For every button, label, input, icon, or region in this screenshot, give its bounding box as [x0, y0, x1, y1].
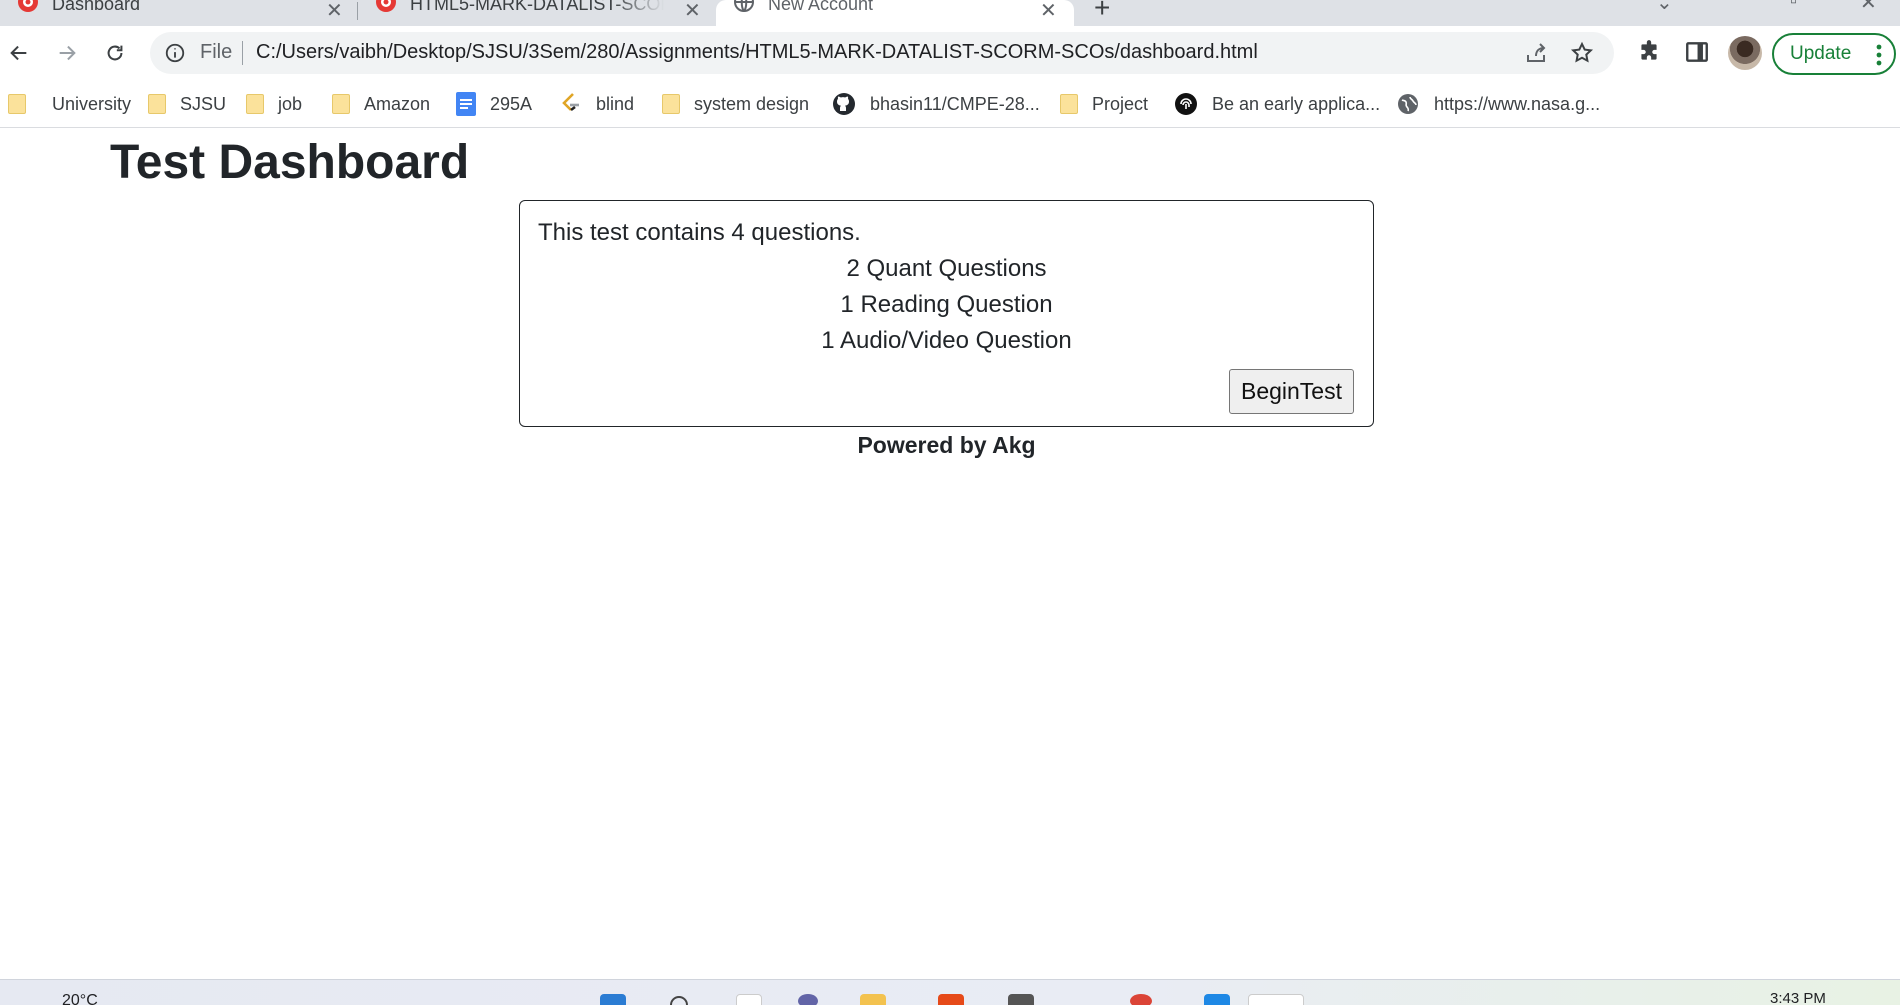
bookmark-295a[interactable]: 295A — [456, 90, 532, 118]
bookmark-label: bhasin11/CMPE-28... — [870, 93, 1040, 114]
close-tab-icon[interactable]: ✕ — [1040, 0, 1057, 23]
active-app-icon[interactable] — [1248, 994, 1304, 1005]
close-tab-icon[interactable]: ✕ — [684, 0, 701, 23]
reading-question-text: 1 Reading Question — [840, 291, 1053, 318]
fingerprint-icon — [1174, 92, 1198, 116]
app-icon[interactable] — [1008, 994, 1034, 1005]
sjsu-favicon-icon — [374, 0, 398, 19]
profile-avatar[interactable] — [1728, 36, 1762, 70]
folder-icon — [8, 94, 26, 114]
omnibox-divider — [242, 41, 243, 65]
tab-strip: Dashboard ✕ HTML5-MARK-DATALIST-SCORM ✕ … — [0, 0, 1900, 26]
bookmark-label: https://www.nasa.g... — [1434, 93, 1601, 114]
weather-text[interactable]: 20°C — [62, 992, 98, 1005]
reload-button[interactable] — [100, 38, 130, 68]
bookmarks-bar: University SJSU job Amazon 295A blind sy… — [0, 80, 1900, 128]
address-bar[interactable]: File C:/Users/vaibh/Desktop/SJSU/3Sem/28… — [150, 32, 1614, 74]
back-button[interactable] — [4, 38, 34, 68]
search-icon[interactable] — [670, 996, 688, 1005]
bookmark-label: job — [278, 93, 303, 114]
bookmark-star-icon[interactable] — [1570, 41, 1594, 70]
bookmark-blind[interactable]: blind — [560, 90, 634, 118]
bookmark-early-applicant[interactable]: Be an early applica... — [1174, 90, 1380, 118]
extensions-puzzle-icon[interactable] — [1636, 39, 1662, 70]
update-label: Update — [1790, 43, 1852, 64]
bookmark-label: Be an early applica... — [1212, 93, 1381, 114]
bookmark-label: Project — [1092, 93, 1149, 114]
tab-separator — [357, 2, 358, 20]
bookmark-github-repo[interactable]: bhasin11/CMPE-28... — [832, 90, 1040, 118]
share-icon[interactable] — [1524, 41, 1548, 70]
folder-icon — [662, 94, 680, 114]
back-arrow-icon — [10, 45, 27, 61]
audio-video-question-text: 1 Audio/Video Question — [821, 327, 1072, 354]
bookmark-sjsu[interactable]: SJSU — [148, 90, 226, 118]
bookmark-amazon[interactable]: Amazon — [332, 90, 430, 118]
tab-dashboard[interactable]: Dashboard ✕ — [10, 0, 350, 26]
office-icon[interactable] — [938, 994, 964, 1005]
bookmark-label: Amazon — [364, 93, 431, 114]
url-text[interactable]: C:/Users/vaibh/Desktop/SJSU/3Sem/280/Ass… — [256, 41, 1258, 64]
update-button[interactable]: Update — [1772, 33, 1896, 75]
google-docs-icon — [456, 92, 476, 116]
tab-title: HTML5-MARK-DATALIST-SCORM — [410, 0, 664, 14]
test-info-card: This test contains 4 questions. 2 Quant … — [519, 200, 1374, 427]
page-title: Test Dashboard — [110, 136, 470, 189]
bookmark-nasa[interactable]: https://www.nasa.g... — [1396, 90, 1600, 118]
close-window-icon[interactable]: ✕ — [1860, 0, 1877, 15]
forward-button[interactable] — [52, 38, 82, 68]
bookmark-system-design[interactable]: system design — [662, 90, 809, 118]
scheme-label: File — [200, 41, 233, 63]
vscode-icon[interactable] — [1204, 994, 1230, 1005]
chrome-icon[interactable] — [1130, 994, 1152, 1005]
widgets-icon[interactable] — [736, 994, 762, 1005]
file-explorer-icon[interactable] — [860, 994, 886, 1005]
begin-test-button[interactable]: BeginTest — [1229, 369, 1354, 414]
sjsu-favicon-icon — [16, 0, 40, 19]
info-icon[interactable] — [164, 42, 186, 69]
os-taskbar: 20°C 3:43 PM — [0, 979, 1900, 1005]
teams-icon[interactable] — [798, 994, 818, 1005]
github-icon — [832, 92, 856, 116]
folder-icon — [148, 94, 166, 114]
tab-title: Dashboard — [52, 0, 141, 14]
powered-by-footer: Powered by Akg — [857, 432, 1036, 458]
clock-text[interactable]: 3:43 PM — [1770, 990, 1826, 1005]
bookmark-label: SJSU — [180, 93, 227, 114]
bookmark-job[interactable]: job — [246, 90, 302, 118]
bookmark-label: 295A — [490, 93, 533, 114]
side-panel-icon[interactable] — [1684, 39, 1710, 70]
bookmark-label: system design — [694, 93, 810, 114]
tab-title: New Account — [768, 0, 874, 14]
close-tab-icon[interactable]: ✕ — [326, 0, 343, 23]
reload-icon — [107, 45, 123, 61]
tab-new-account[interactable]: New Account ✕ — [716, 0, 1074, 26]
bookmark-university[interactable]: University — [8, 90, 131, 118]
folder-icon — [1060, 94, 1078, 114]
new-tab-icon[interactable]: + — [1094, 0, 1110, 24]
bookmark-project[interactable]: Project — [1060, 90, 1148, 118]
folder-icon — [332, 94, 350, 114]
leetcode-icon — [560, 92, 582, 116]
globe-icon — [732, 0, 756, 19]
more-options-icon[interactable] — [1876, 44, 1882, 72]
bookmark-label: blind — [596, 93, 635, 114]
browser-toolbar: File C:/Users/vaibh/Desktop/SJSU/3Sem/28… — [0, 26, 1900, 80]
page-content: Test Dashboard This test contains 4 ques… — [0, 129, 1900, 979]
start-icon[interactable] — [600, 994, 626, 1005]
bookmark-label: University — [52, 93, 132, 114]
forward-arrow-icon — [59, 45, 76, 61]
maximize-icon[interactable]: ▫ — [1790, 0, 1797, 13]
test-intro-text: This test contains 4 questions. — [538, 219, 861, 246]
globe-icon — [1396, 92, 1420, 116]
quant-questions-text: 2 Quant Questions — [846, 255, 1047, 282]
tab-html5-mark-datalist[interactable]: HTML5-MARK-DATALIST-SCORM ✕ — [364, 0, 709, 26]
folder-icon — [246, 94, 264, 114]
minimize-icon[interactable]: ⌄ — [1656, 0, 1673, 15]
